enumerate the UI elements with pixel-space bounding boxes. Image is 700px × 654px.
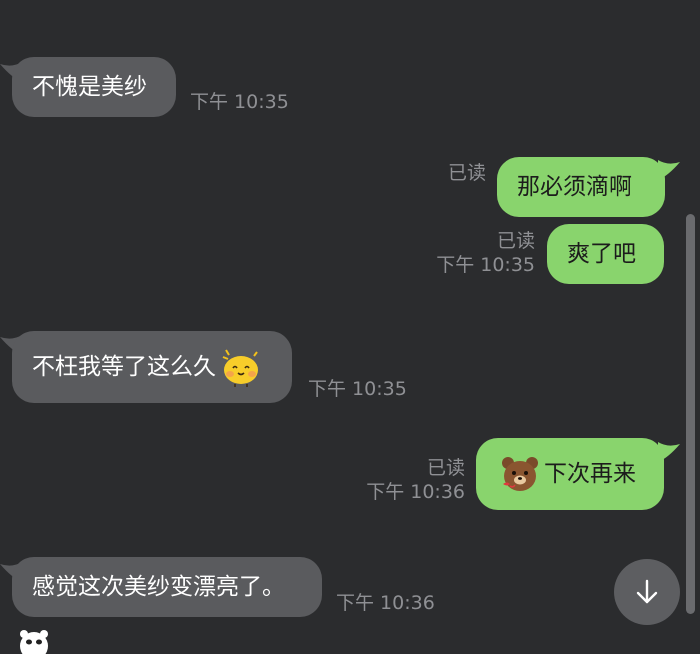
message-time: 下午 10:35 (190, 91, 289, 113)
message-bubble-outgoing[interactable]: 爽了吧 (547, 224, 664, 284)
read-status: 已读 (447, 162, 486, 184)
message-text: 不枉我等了这么久 (32, 353, 216, 380)
message-time: 下午 10:35 (308, 378, 407, 400)
read-status: 已读 (426, 457, 465, 479)
message-meta: 已读 (400, 162, 486, 186)
message-bubble-incoming[interactable]: 不愧是美纱 (12, 57, 176, 117)
chat-area[interactable]: 不愧是美纱 下午 10:35 那必须滴啊 已读 爽了吧 已读 下午 10:35 … (0, 0, 700, 654)
panda-sticker-icon (20, 630, 48, 654)
message-meta: 已读 下午 10:35 (400, 230, 535, 278)
bubble-tail (658, 442, 680, 462)
message-text: 感觉这次美纱变漂亮了。 (32, 573, 285, 600)
message-time: 下午 10:36 (366, 480, 465, 503)
message-meta: 已读 下午 10:36 (340, 457, 465, 505)
message-meta: 下午 10:36 (336, 592, 435, 616)
message-text: 爽了吧 (567, 240, 636, 267)
scrollbar[interactable] (686, 214, 695, 614)
bubble-tail (658, 160, 680, 180)
message-meta: 下午 10:35 (308, 378, 407, 402)
message-time: 下午 10:35 (436, 253, 535, 276)
message-meta: 下午 10:35 (190, 91, 289, 115)
message-bubble-incoming[interactable]: 不枉我等了这么久 (12, 331, 292, 403)
arrow-down-icon (636, 579, 658, 604)
brown-bear-emoji (500, 454, 540, 494)
read-status: 已读 (496, 230, 535, 252)
scroll-to-bottom-button[interactable] (614, 559, 680, 625)
message-text: 下次再来 (544, 460, 636, 487)
message-bubble-outgoing[interactable]: 那必须滴啊 (497, 157, 665, 217)
message-bubble-incoming[interactable]: 感觉这次美纱变漂亮了。 (12, 557, 322, 617)
smiling-blob-emoji (220, 346, 262, 388)
message-time: 下午 10:36 (336, 592, 435, 614)
message-bubble-outgoing[interactable]: 下次再来 (476, 438, 664, 510)
message-text: 不愧是美纱 (32, 73, 147, 100)
message-text: 那必须滴啊 (517, 173, 632, 200)
